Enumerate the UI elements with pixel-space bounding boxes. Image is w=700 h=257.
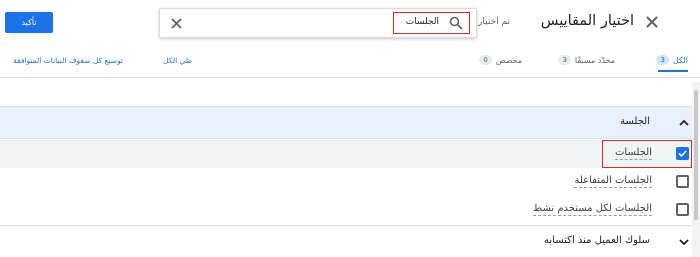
tab-custom[interactable]: مخصص 0 <box>479 55 522 65</box>
search-input[interactable]: الجلسات <box>406 17 439 27</box>
tab-predefined[interactable]: محدّد مسبقًا 3 <box>558 55 615 65</box>
active-tab-indicator <box>658 70 688 72</box>
collapse-all-link[interactable]: طي الكل <box>163 56 192 65</box>
search-icon <box>449 16 463 30</box>
checkbox[interactable] <box>676 203 689 216</box>
tab-label: مخصص <box>495 55 522 65</box>
tab-count-badge: 0 <box>479 55 492 65</box>
chevron-up-icon[interactable] <box>678 117 690 129</box>
search-query-highlight: الجلسات <box>393 12 470 34</box>
apply-button[interactable]: تأكيد <box>5 12 53 33</box>
group-label: الجلسة <box>620 116 650 127</box>
tab-all[interactable]: الكل 3 <box>656 55 688 65</box>
metric-label: الجلسات لكل مستخدم نشط <box>532 203 652 216</box>
expand-compatible-rows-link[interactable]: توسيع كل صفوف البيانات المتوافقة <box>13 56 123 65</box>
clear-search-icon[interactable] <box>170 17 183 30</box>
tab-label: محدّد مسبقًا <box>574 55 615 65</box>
list-item[interactable]: الجلسات المتفاعلة <box>0 168 700 196</box>
list-item[interactable]: الجلسات لكل مستخدم نشط <box>0 196 700 224</box>
selected-item-highlight <box>602 140 692 168</box>
tab-count-badge: 3 <box>558 55 571 65</box>
dialog-title: اختيار المقاييس <box>540 13 634 29</box>
scrollbar-thumb[interactable] <box>694 90 698 220</box>
divider <box>0 77 700 78</box>
close-icon[interactable] <box>644 14 660 30</box>
tab-label: الكل <box>672 55 688 65</box>
search-box[interactable]: الجلسات <box>159 8 477 38</box>
list-item[interactable]: الجلسات <box>0 140 700 168</box>
chevron-down-icon[interactable] <box>678 236 690 248</box>
group-session[interactable]: الجلسة <box>0 106 700 139</box>
metric-label: الجلسات المتفاعلة <box>574 175 652 188</box>
group-customer-behavior[interactable]: سلوك العميل منذ اكتسابه <box>0 225 700 257</box>
tab-count-badge: 3 <box>656 55 669 65</box>
checkbox[interactable] <box>676 175 689 188</box>
group-label: سلوك العميل منذ اكتسابه <box>544 235 650 246</box>
